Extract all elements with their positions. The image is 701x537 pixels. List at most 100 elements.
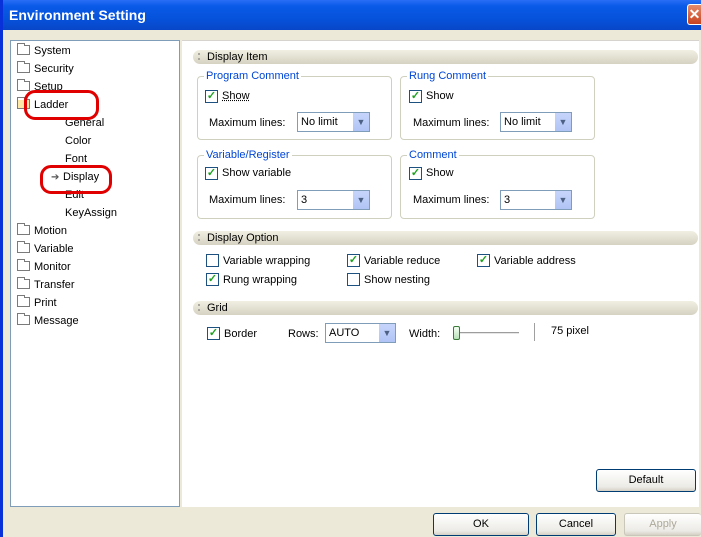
tree-item-transfer[interactable]: Transfer: [17, 277, 75, 294]
tree-item-security[interactable]: Security: [17, 61, 74, 78]
show-variable-checkbox[interactable]: ✓: [205, 167, 218, 180]
tree-item-label: Print: [34, 297, 57, 309]
rung-comment-max-lines-select[interactable]: No limit ▼: [500, 112, 572, 132]
folder-icon: [17, 61, 30, 73]
border-checkbox[interactable]: ✓: [207, 327, 220, 340]
variable-max-lines-label: Maximum lines:: [209, 194, 286, 206]
tree-item-label: Variable: [34, 243, 74, 255]
check-icon: ✓: [410, 167, 421, 179]
width-value-display: 75 pixel: [534, 323, 600, 341]
tree-item-variable[interactable]: Variable: [17, 241, 74, 258]
variable-reduce-checkbox[interactable]: ✓: [347, 254, 360, 267]
rows-label: Rows:: [288, 328, 319, 340]
tree-item-label: Color: [65, 135, 92, 147]
check-icon: ✓: [207, 273, 218, 285]
rung-comment-show-checkbox[interactable]: ✓: [409, 90, 422, 103]
rung-wrapping-label: Rung wrapping: [223, 274, 297, 286]
window-title: Environment Setting: [9, 7, 146, 23]
folder-icon: [17, 43, 30, 55]
check-icon: ✓: [478, 254, 489, 266]
title-bar: Environment Setting ✕: [3, 0, 701, 30]
rung-wrapping-checkbox[interactable]: ✓: [206, 273, 219, 286]
rows-select[interactable]: AUTO ▼: [325, 323, 396, 343]
variable-wrapping-label: Variable wrapping: [223, 255, 311, 267]
check-icon: ✓: [208, 327, 219, 339]
comment-show-checkbox[interactable]: ✓: [409, 167, 422, 180]
comment-show-label: Show: [426, 167, 454, 179]
tree-item-keyassign[interactable]: KeyAssign: [65, 205, 117, 222]
comment-max-lines-select[interactable]: 3 ▼: [500, 190, 572, 210]
tree-item-label: Motion: [34, 225, 68, 237]
tree-item-print[interactable]: Print: [17, 295, 57, 312]
program-comment-max-lines-label: Maximum lines:: [209, 117, 286, 129]
program-comment-show-label: Show: [222, 90, 250, 102]
tree-item-label: Monitor: [34, 261, 71, 273]
rung-comment-show-label: Show: [426, 90, 454, 102]
group-title: Variable/Register: [204, 148, 292, 162]
tree-item-system[interactable]: System: [17, 43, 71, 60]
ok-button[interactable]: OK: [433, 513, 529, 536]
tree-item-label: Transfer: [34, 279, 75, 291]
program-comment-max-lines-select[interactable]: No limit ▼: [297, 112, 370, 132]
display-item-header: Display Item: [193, 50, 698, 64]
tree-item-message[interactable]: Message: [17, 313, 79, 330]
select-value: 3: [301, 194, 308, 206]
rung-comment-max-lines-label: Maximum lines:: [413, 117, 490, 129]
check-icon: ✓: [206, 90, 217, 102]
chevron-down-icon: ▼: [378, 324, 395, 342]
chevron-down-icon: ▼: [352, 113, 369, 131]
default-button[interactable]: Default: [596, 469, 696, 492]
group-title: Rung Comment: [407, 69, 489, 83]
tree-item-color[interactable]: Color: [65, 133, 91, 150]
cancel-button[interactable]: Cancel: [536, 513, 616, 536]
width-value: 75 pixel: [551, 325, 589, 337]
tree-item-label: Font: [65, 153, 88, 165]
tree-item-label: Security: [34, 63, 74, 75]
width-label: Width:: [409, 328, 441, 340]
select-value: AUTO: [329, 327, 360, 339]
close-button[interactable]: ✕: [687, 4, 701, 25]
comment-max-lines-label: Maximum lines:: [413, 194, 490, 206]
width-slider-thumb[interactable]: [453, 326, 460, 340]
variable-reduce-label: Variable reduce: [364, 255, 441, 267]
show-nesting-label: Show nesting: [364, 274, 431, 286]
folder-icon: [17, 277, 30, 289]
check-icon: ✓: [206, 167, 217, 179]
apply-button[interactable]: Apply: [624, 513, 701, 536]
select-value: No limit: [301, 116, 338, 128]
tree-item-label: System: [34, 45, 71, 57]
show-nesting-checkbox[interactable]: [347, 273, 360, 286]
variable-address-label: Variable address: [494, 255, 576, 267]
show-variable-label: Show variable: [222, 167, 292, 179]
ladder-highlight-oval: [24, 90, 99, 120]
variable-address-checkbox[interactable]: ✓: [477, 254, 490, 267]
variable-wrapping-checkbox[interactable]: [206, 254, 219, 267]
folder-icon: [17, 79, 30, 91]
close-icon: ✕: [688, 6, 701, 22]
program-comment-show-checkbox[interactable]: ✓: [205, 90, 218, 103]
grid-header: Grid: [193, 301, 698, 315]
variable-max-lines-select[interactable]: 3 ▼: [297, 190, 370, 210]
width-slider-track: [455, 332, 519, 335]
tree-item-motion[interactable]: Motion: [17, 223, 67, 240]
folder-icon: [17, 259, 30, 271]
chevron-down-icon: ▼: [554, 113, 571, 131]
select-value: 3: [504, 194, 511, 206]
select-value: No limit: [504, 116, 541, 128]
border-label: Border: [224, 328, 258, 340]
folder-icon: [17, 223, 30, 235]
chevron-down-icon: ▼: [352, 191, 369, 209]
check-icon: ✓: [410, 90, 421, 102]
group-title: Comment: [407, 148, 459, 162]
folder-icon: [17, 295, 30, 307]
folder-icon: [17, 313, 30, 325]
chevron-down-icon: ▼: [554, 191, 571, 209]
display-option-header: Display Option: [193, 231, 698, 245]
check-icon: ✓: [348, 254, 359, 266]
tree-item-label: Message: [34, 315, 79, 327]
group-title: Program Comment: [204, 69, 301, 83]
tree-item-label: KeyAssign: [65, 207, 117, 219]
folder-icon: [17, 241, 30, 253]
tree-item-monitor[interactable]: Monitor: [17, 259, 71, 276]
display-highlight-oval: [40, 165, 112, 194]
